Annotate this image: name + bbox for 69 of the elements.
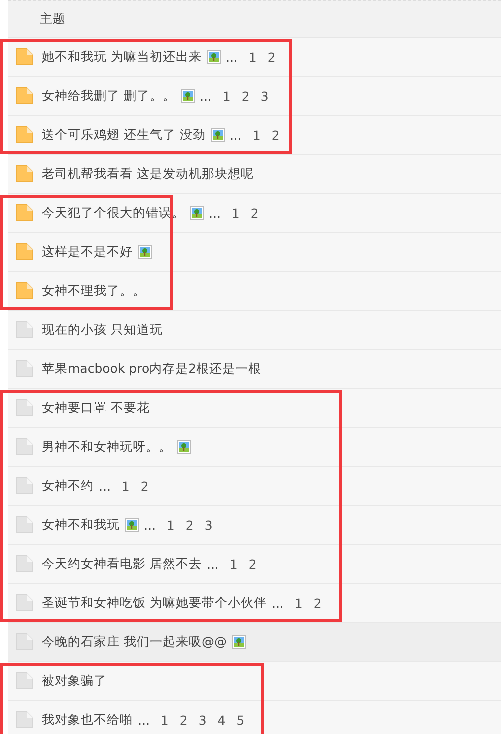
thread-row[interactable]: 女神不和我玩 ... 1 2 3: [8, 506, 501, 545]
thread-row[interactable]: 被对象骗了: [8, 662, 501, 701]
thread-row[interactable]: 今天犯了个很大的错误。 ... 1 2: [8, 194, 501, 233]
thread-row[interactable]: 女神给我删了 删了。。 ... 1 2 3: [8, 77, 501, 116]
column-header: 主题: [40, 10, 66, 28]
ellipsis: ...: [99, 478, 111, 494]
thread-title[interactable]: 圣诞节和女神吃饭 为嘛她要带个小伙伴: [42, 594, 267, 612]
page-link[interactable]: 2: [180, 712, 188, 728]
thread-row[interactable]: 苹果macbook pro内存是2根还是一根: [8, 350, 501, 389]
thread-title[interactable]: 她不和我玩 为嘛当初还出来: [42, 48, 202, 66]
thread-row[interactable]: 今晚的石家庄 我们一起来吸@@: [8, 623, 501, 662]
ellipsis: ...: [138, 712, 150, 728]
ellipsis: ...: [206, 556, 219, 572]
thread-row[interactable]: 老司机帮我看看 这是发动机那块想呢: [8, 155, 501, 194]
thread-row[interactable]: 我对象也不给啪 ... 1 2 3 4 5: [8, 701, 501, 734]
thread-title[interactable]: 被对象骗了: [42, 672, 107, 690]
thread-row[interactable]: 这样是不是不好: [8, 233, 501, 272]
thread-row[interactable]: 今天约女神看电影 居然不去 ... 1 2: [8, 545, 501, 584]
thread-title[interactable]: 我对象也不给啪: [42, 712, 133, 728]
thread-row[interactable]: 她不和我玩 为嘛当初还出来 ... 1 2: [8, 38, 501, 77]
ellipsis: ...: [230, 128, 242, 142]
ellipsis: ...: [200, 88, 212, 104]
thread-title[interactable]: 女神不和我玩: [42, 516, 120, 534]
thread-title[interactable]: 现在的小孩 只知道玩: [42, 322, 163, 338]
thread-row[interactable]: 女神不理我了。。: [8, 272, 501, 311]
page-link[interactable]: 1: [166, 518, 175, 532]
page-link[interactable]: 1: [294, 596, 303, 610]
ellipsis: ...: [209, 206, 221, 220]
page-link[interactable]: 1: [122, 478, 130, 494]
thread-title[interactable]: 今晚的石家庄 我们一起来吸@@: [42, 634, 227, 650]
page-link[interactable]: 1: [252, 128, 261, 142]
page-link[interactable]: 1: [222, 88, 231, 104]
thread-title[interactable]: 女神给我删了 删了。。: [42, 88, 176, 104]
thread-title[interactable]: 男神不和女神玩呀。。: [42, 438, 172, 456]
page-link[interactable]: 1: [248, 50, 257, 64]
thread-row[interactable]: 现在的小孩 只知道玩: [8, 311, 501, 350]
thread-title[interactable]: 今天约女神看电影 居然不去: [42, 556, 202, 572]
thread-row[interactable]: 男神不和女神玩呀。。: [8, 428, 501, 467]
thread-title[interactable]: 女神要口罩 不要花: [42, 400, 150, 416]
page-link[interactable]: 1: [232, 206, 240, 220]
page-link[interactable]: 1: [160, 712, 169, 728]
thread-row[interactable]: 圣诞节和女神吃饭 为嘛她要带个小伙伴 ... 1 2: [8, 584, 501, 623]
page-link[interactable]: 4: [218, 712, 226, 728]
page-link[interactable]: 3: [198, 712, 207, 728]
page-link[interactable]: 2: [242, 88, 250, 104]
page-link[interactable]: 2: [140, 478, 149, 494]
thread-title[interactable]: 送个可乐鸡翅 还生气了 没劲: [42, 126, 206, 144]
ellipsis: ...: [144, 518, 156, 532]
page-link[interactable]: 3: [204, 518, 213, 532]
page-link[interactable]: 5: [236, 712, 245, 728]
thread-row[interactable]: 送个可乐鸡翅 还生气了 没劲 ... 1 2: [8, 116, 501, 155]
page-link[interactable]: 2: [248, 556, 257, 572]
thread-title[interactable]: 老司机帮我看看 这是发动机那块想呢: [42, 166, 254, 182]
thread-title[interactable]: 今天犯了个很大的错误。: [42, 204, 185, 222]
page-link[interactable]: 2: [186, 518, 194, 532]
page-link[interactable]: 2: [268, 50, 276, 64]
thread-title[interactable]: 女神不理我了。。: [42, 282, 146, 300]
thread-title[interactable]: 苹果macbook pro内存是2根还是一根: [42, 360, 262, 378]
ellipsis: ...: [272, 596, 284, 610]
page-link[interactable]: 1: [230, 556, 238, 572]
thread-row[interactable]: 女神不约 ... 1 2: [8, 467, 501, 506]
page-link[interactable]: 2: [272, 128, 280, 142]
ellipsis: ...: [226, 50, 238, 64]
thread-row[interactable]: 女神要口罩 不要花: [8, 389, 501, 428]
page-link[interactable]: 2: [250, 206, 259, 220]
thread-title[interactable]: 这样是不是不好: [42, 244, 133, 260]
page-link[interactable]: 3: [260, 88, 269, 104]
page-link[interactable]: 2: [314, 596, 322, 610]
thread-title[interactable]: 女神不约: [42, 478, 94, 494]
